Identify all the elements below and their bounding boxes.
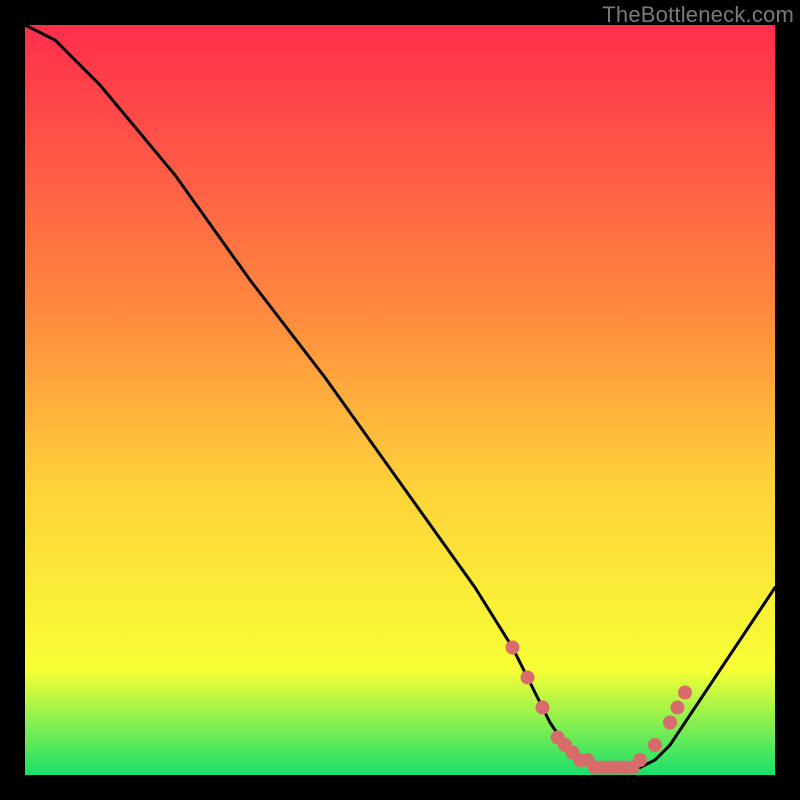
plot-area: [25, 25, 775, 775]
chart-container: TheBottleneck.com: [0, 0, 800, 800]
highlight-point: [536, 701, 550, 715]
highlight-point: [506, 641, 520, 655]
highlight-point: [633, 753, 647, 767]
gradient-background: [25, 25, 775, 775]
highlight-point: [521, 671, 535, 685]
highlight-point: [671, 701, 685, 715]
bottleneck-chart: [25, 25, 775, 775]
highlight-point: [663, 716, 677, 730]
highlight-point: [678, 686, 692, 700]
highlight-point: [648, 738, 662, 752]
